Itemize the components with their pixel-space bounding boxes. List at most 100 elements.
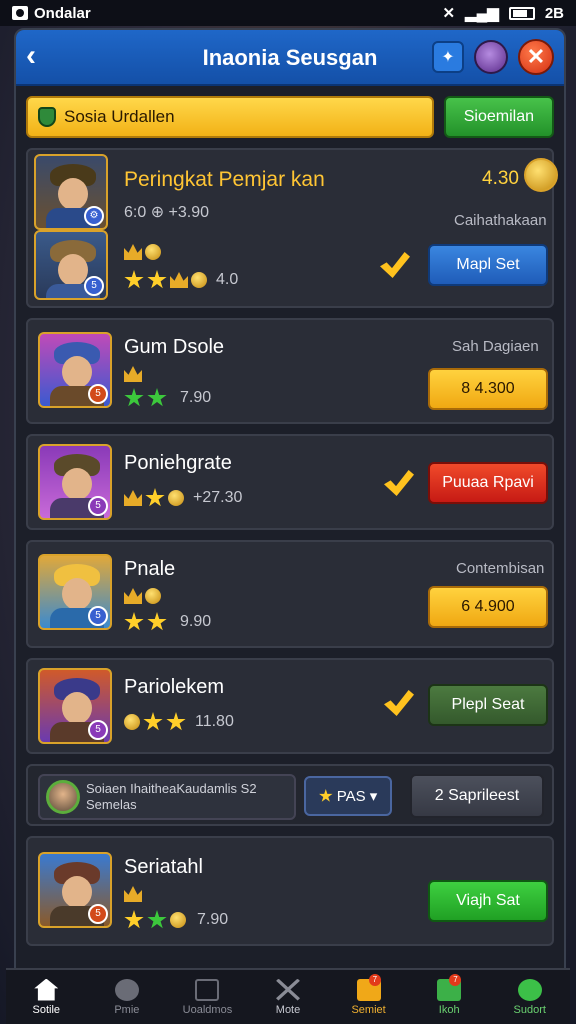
nav-item-semiet[interactable]: Semiet 7: [328, 970, 409, 1024]
coin-icon: [170, 912, 186, 928]
coin-icon: [191, 272, 207, 288]
card-action-button[interactable]: 8 4.300: [428, 368, 548, 410]
coin-icon: [124, 714, 140, 730]
level-badge-icon: 5: [88, 496, 108, 516]
nav-item-mote[interactable]: Mote: [248, 970, 329, 1024]
notification-badge: 7: [368, 974, 381, 986]
player-name: Pariolekem: [124, 676, 225, 698]
shield-icon: [38, 107, 56, 127]
star-icon: [124, 270, 144, 289]
nav-label: Uoaldmos: [182, 1003, 233, 1016]
nav-item-uoaldmos[interactable]: Uoaldmos: [167, 970, 248, 1024]
rank-avatar-icon: [524, 158, 558, 192]
nav-item-sudort[interactable]: Sudort: [489, 970, 570, 1024]
share-icon: ✦: [441, 49, 455, 66]
title-bar: ‹ Inaonia Seusgan ✦ ✕: [16, 30, 564, 86]
star-icon: [147, 388, 167, 407]
nav-item-pmie[interactable]: Pmie: [87, 970, 168, 1024]
swords-icon: [276, 978, 301, 1001]
promo-banner[interactable]: Soiaen IhaitheaKaudamlis S2 Semelas: [38, 774, 296, 820]
nav-item-home[interactable]: Sotile: [6, 970, 87, 1024]
nav-label: Sudort: [513, 1003, 546, 1016]
star-rating: 11.80: [124, 712, 234, 732]
player-value: 4.30: [482, 168, 519, 189]
star-rating: 7.90: [124, 388, 211, 408]
star-icon: [143, 712, 163, 731]
player-name: Gum Dsole: [124, 336, 225, 358]
share-button[interactable]: ✦: [432, 41, 464, 73]
list-item[interactable]: ⚙ 5 Peringkat Pemjar kan 6:0 ⊕ +3.90 4.3…: [26, 148, 558, 308]
star-icon: [166, 712, 186, 731]
player-status: Sah Dagiaen: [452, 338, 539, 355]
card-action-button[interactable]: Viajh Sat: [428, 880, 548, 922]
star-icon: [124, 388, 144, 407]
back-arrow-icon[interactable]: ‹: [26, 41, 58, 73]
signal-icon: ▂▄▆: [465, 5, 499, 22]
star-icon: [145, 488, 165, 507]
hero-portrait: 5: [34, 230, 108, 300]
hero-portrait: 5: [38, 332, 112, 408]
chevron-down-icon: ▾: [369, 788, 378, 805]
close-icon: ✕: [526, 44, 546, 69]
level-badge-icon: 5: [88, 606, 108, 626]
nav-item-ikoh[interactable]: Ikoh 7: [409, 970, 490, 1024]
card-action-button[interactable]: Plepl Seat: [428, 684, 548, 726]
star-rating: 9.90: [124, 612, 211, 632]
stat-value: 7.90: [180, 389, 212, 406]
app-notification-icon: [12, 6, 28, 20]
star-rating: +27.30: [124, 488, 242, 508]
card-action-button[interactable]: 6 4.900: [428, 586, 548, 628]
list-item[interactable]: 5 Pnale Contembisan 9.90 6 4.900: [26, 540, 554, 648]
list-item[interactable]: 5 Seriatahl 7.90 Viajh Sat: [26, 836, 554, 946]
hero-portrait: 5: [38, 852, 112, 928]
filter-label: Sosia Urdallen: [64, 107, 175, 126]
profile-avatar[interactable]: [474, 40, 508, 74]
class-badge-icon: ⚙: [84, 206, 104, 226]
crown-icon: [124, 366, 142, 382]
level-badge-icon: 5: [88, 720, 108, 740]
promo-line-2: Semelas: [86, 797, 137, 812]
promo-line-1: Soiaen IhaitheaKaudamlis S2: [86, 781, 257, 796]
bottom-nav: Sotile Pmie Uoaldmos Mote Semiet 7 Ikoh …: [6, 968, 570, 1024]
filter-dropdown[interactable]: Sosia Urdallen: [26, 96, 434, 138]
hero-portrait: ⚙: [34, 154, 108, 230]
list-item[interactable]: 5 Pariolekem 11.80 Plepl Seat: [26, 658, 554, 754]
level-badge-icon: 5: [88, 904, 108, 924]
player-status: Caihathakaan: [454, 212, 547, 229]
crown-icon: [170, 272, 188, 288]
rank-icons: [124, 366, 142, 382]
star-icon: [147, 612, 167, 631]
player-score: 6:0 ⊕ +3.90: [124, 204, 210, 221]
stat-value: 7.90: [197, 911, 229, 928]
crown-icon: [124, 886, 142, 902]
player-name: Peringkat Pemjar kan: [124, 168, 325, 191]
nav-label: Sotile: [32, 1003, 61, 1016]
filter-row: Sosia Urdallen Sioemilan: [16, 86, 564, 148]
select-label: PAS: [336, 787, 366, 805]
promo-action-button[interactable]: 2 Saprileest: [410, 774, 544, 818]
coin-icon: [145, 244, 161, 260]
nav-label: Semiet: [351, 1003, 386, 1016]
level-badge-icon: 5: [88, 384, 108, 404]
list-item[interactable]: 5 Gum Dsole Sah Dagiaen 7.90 8 4.300: [26, 318, 554, 424]
card-action-button[interactable]: Mapl Set: [428, 244, 548, 286]
star-icon: [147, 270, 167, 289]
filter-select[interactable]: PAS ▾: [304, 776, 392, 816]
rank-icons: [124, 244, 161, 260]
nav-label: Mote: [275, 1003, 301, 1016]
checkmark-icon: [384, 470, 414, 496]
stat-value: 9.90: [180, 613, 212, 630]
globe-icon: [517, 978, 542, 1001]
stat-value: 4.0: [216, 271, 239, 288]
promo-row: Soiaen IhaitheaKaudamlis S2 Semelas PAS …: [26, 764, 554, 826]
rank-icons: [124, 886, 142, 902]
leaderboard-panel: ‹ Inaonia Seusgan ✦ ✕ Sosia Urdallen Sio…: [14, 28, 566, 1024]
close-button[interactable]: ✕: [518, 39, 554, 75]
list-item[interactable]: 5 Poniehgrate +27.30 Puuaa Rpavi: [26, 434, 554, 530]
checkmark-icon: [380, 252, 410, 278]
stat-value: 11.80: [195, 713, 234, 730]
avatar: [46, 780, 80, 814]
card-action-button[interactable]: Puuaa Rpavi: [428, 462, 548, 504]
player-name: Pnale: [124, 558, 176, 580]
filter-action-button[interactable]: Sioemilan: [443, 96, 554, 138]
